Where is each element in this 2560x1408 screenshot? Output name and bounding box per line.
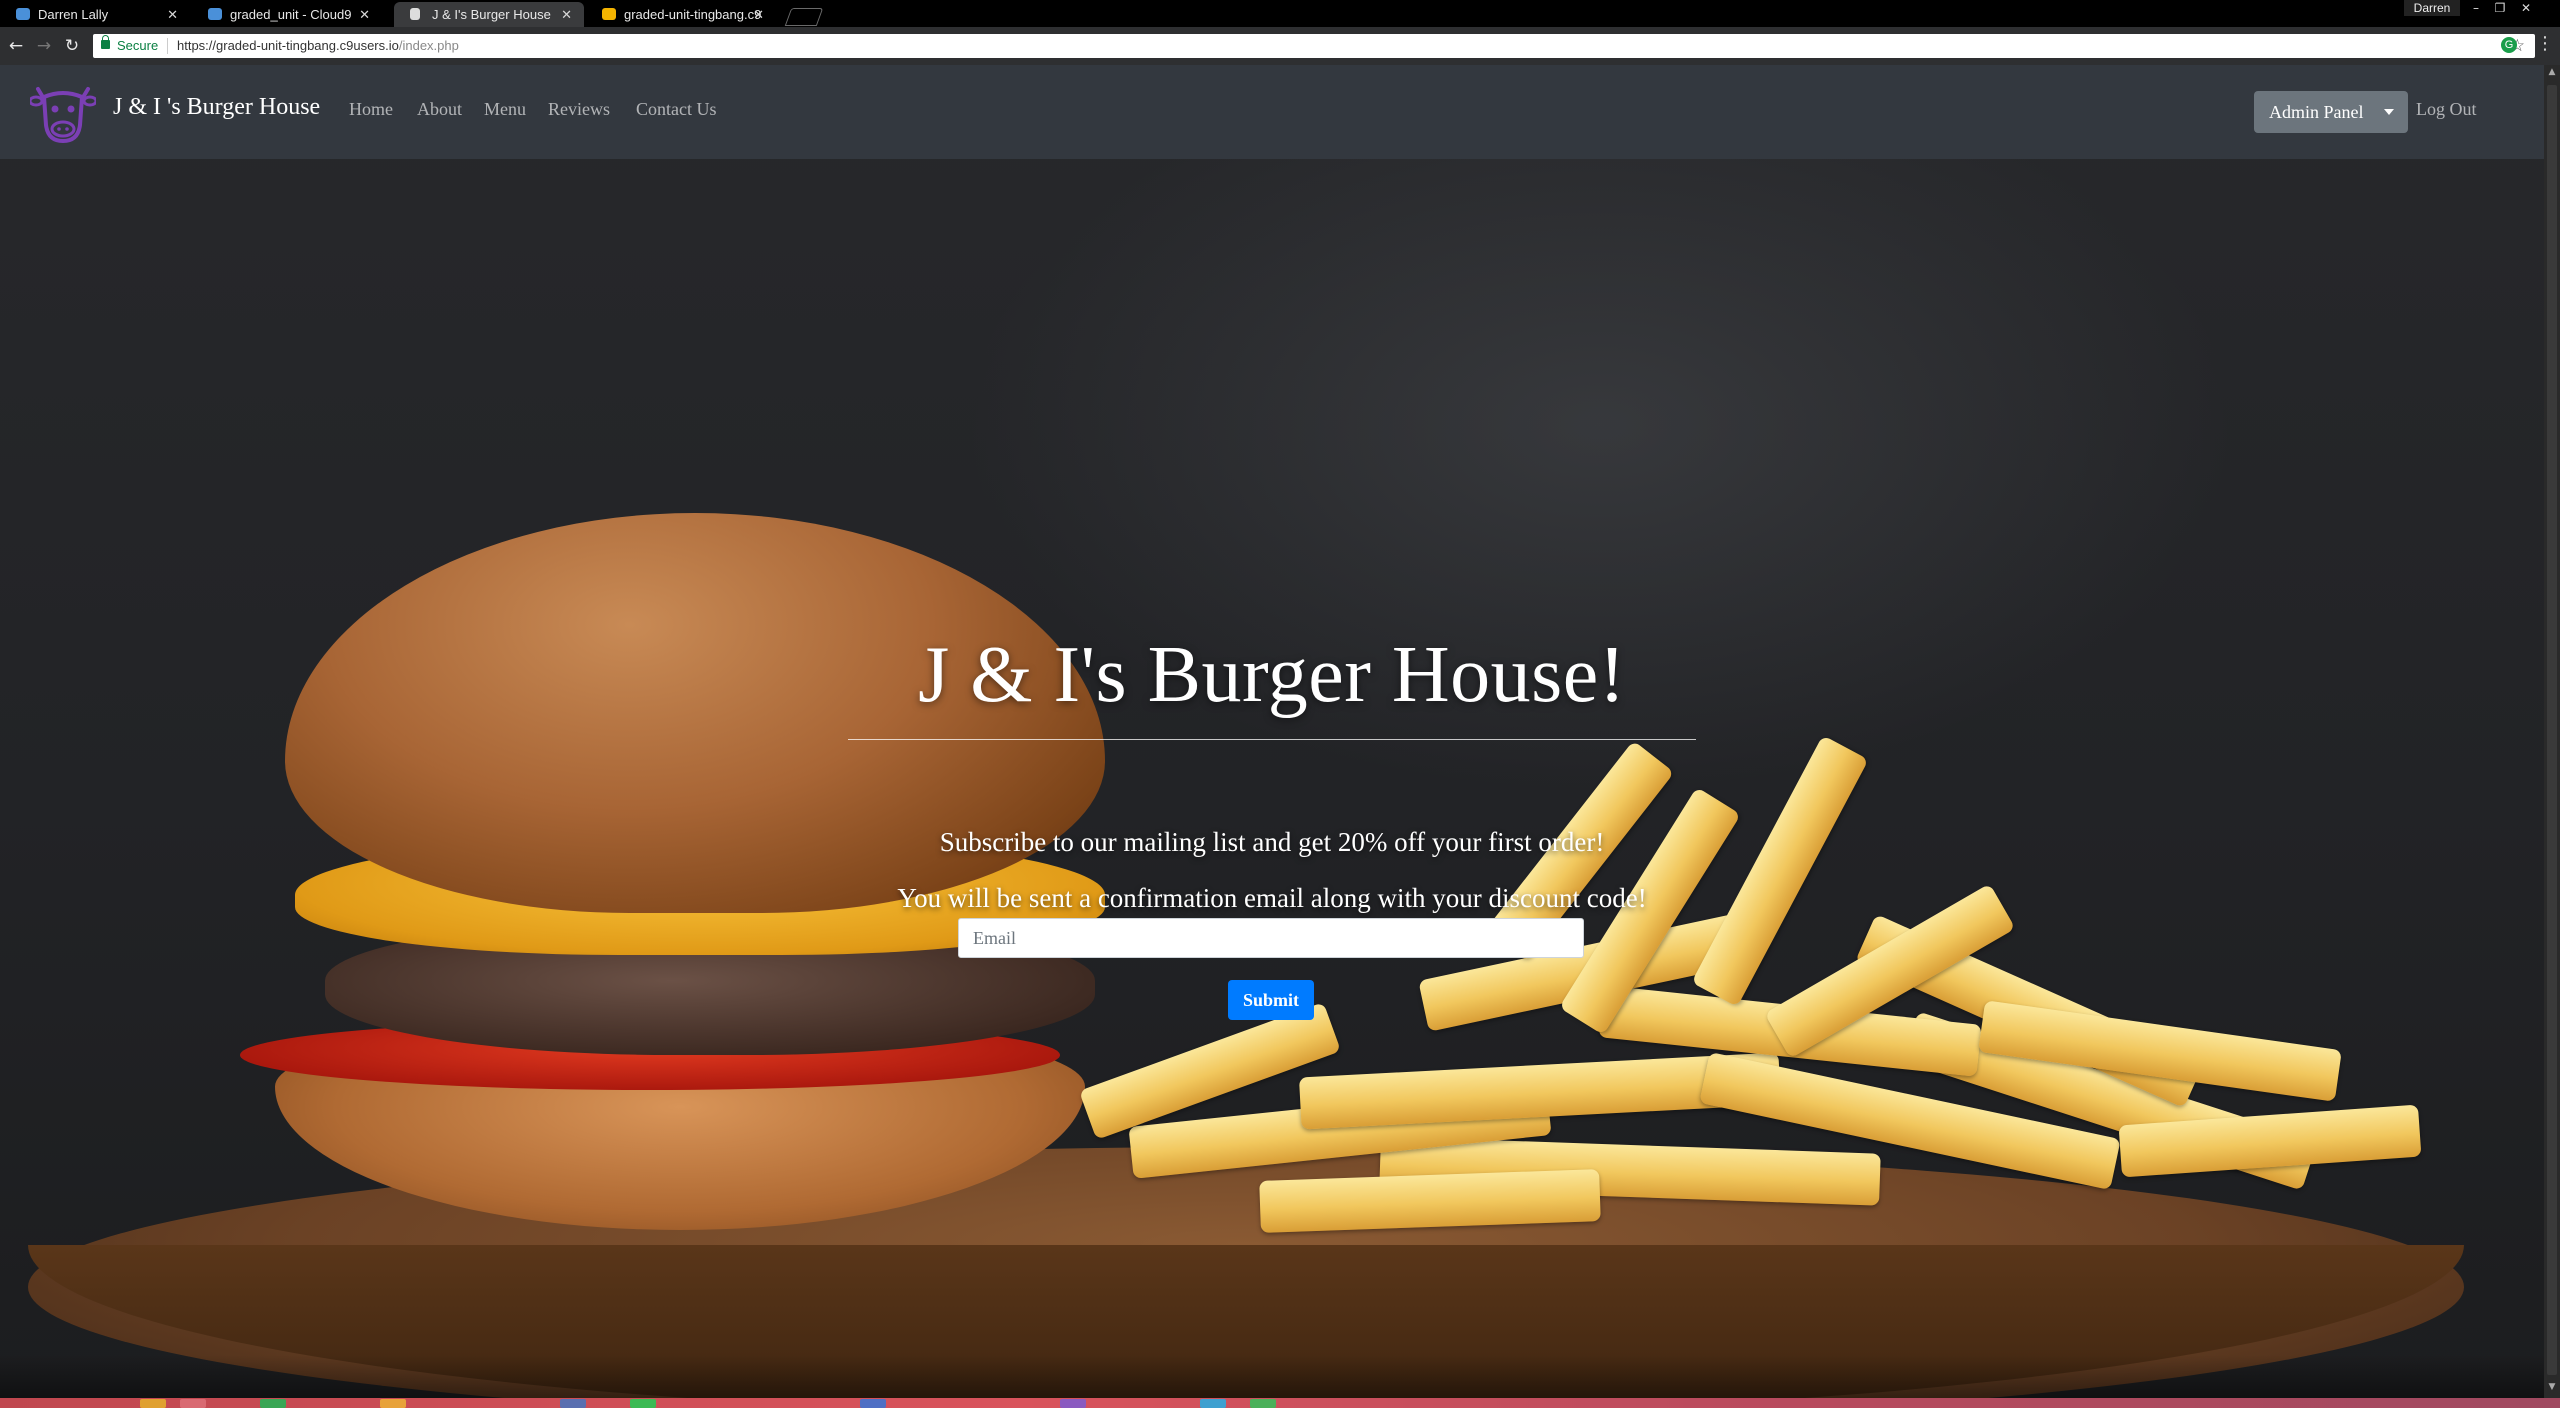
hero-divider <box>848 739 1696 740</box>
nav-link-contact[interactable]: Contact Us <box>636 99 717 120</box>
close-tab-icon[interactable]: ✕ <box>167 2 178 27</box>
table-shadow <box>0 1355 2544 1398</box>
hero-title: J & I's Burger House! <box>918 631 1626 719</box>
browser-tab-active[interactable]: J & I's Burger House ✕ <box>394 2 584 27</box>
reload-icon[interactable]: ↻ <box>62 35 82 57</box>
security-label: Secure <box>117 38 159 53</box>
french-fry <box>1691 735 1869 1007</box>
restore-icon[interactable]: ❐ <box>2490 0 2510 16</box>
nav-link-about[interactable]: About <box>417 99 462 120</box>
close-tab-icon[interactable]: ✕ <box>561 2 572 27</box>
document-favicon-icon <box>410 8 420 20</box>
hero-subtitle-confirmation: You will be sent a confirmation email al… <box>897 883 1647 913</box>
taskbar-app-icon[interactable] <box>560 1399 586 1408</box>
extension-icon[interactable]: G <box>2501 37 2517 53</box>
url-text[interactable]: https://graded-unit-tingbang.c9users.io/… <box>177 34 459 58</box>
caret-down-icon <box>2384 109 2394 115</box>
scroll-down-arrow-icon[interactable]: ▼ <box>2544 1382 2560 1396</box>
cow-logo-icon[interactable] <box>30 79 96 145</box>
cloud9-favicon-icon <box>208 8 222 20</box>
browser-tab[interactable]: graded-unit-tingbang.c9 ✕ <box>586 2 776 27</box>
taskbar-app-icon[interactable] <box>1060 1399 1086 1408</box>
minimize-icon[interactable]: – <box>2466 0 2486 16</box>
browser-tab[interactable]: graded_unit - Cloud9 ✕ <box>192 2 382 27</box>
taskbar-app-icon[interactable] <box>260 1399 286 1408</box>
close-window-icon[interactable]: ✕ <box>2516 0 2536 16</box>
url-path: /index.php <box>398 38 459 53</box>
new-tab-button[interactable] <box>784 8 824 26</box>
taskbar-app-icon[interactable] <box>180 1399 206 1408</box>
browser-menu-icon[interactable]: ⋮ <box>2536 33 2554 54</box>
browser-tab[interactable]: Darren Lally ✕ <box>0 2 190 27</box>
admin-panel-label: Admin Panel <box>2269 102 2364 122</box>
os-taskbar <box>0 1398 2560 1408</box>
taskbar-app-icon[interactable] <box>860 1399 886 1408</box>
site-navbar: J & I 's Burger House Home About Menu Re… <box>0 65 2544 159</box>
tab-title: J & I's Burger House <box>432 7 551 22</box>
forward-arrow-icon[interactable]: → <box>34 35 54 57</box>
admin-panel-dropdown-button[interactable]: Admin Panel <box>2254 91 2408 133</box>
nav-link-reviews[interactable]: Reviews <box>548 99 610 120</box>
lock-icon <box>101 35 110 49</box>
divider <box>167 38 168 54</box>
email-input[interactable] <box>958 918 1584 958</box>
close-tab-icon[interactable]: ✕ <box>753 2 764 27</box>
hero-subtitle-offer: Subscribe to our mailing list and get 20… <box>939 827 1605 857</box>
address-bar[interactable]: Secure https://graded-unit-tingbang.c9us… <box>93 34 2535 58</box>
close-tab-icon[interactable]: ✕ <box>359 2 370 27</box>
nav-link-home[interactable]: Home <box>349 99 393 120</box>
submit-button[interactable]: Submit <box>1228 980 1314 1020</box>
page-scrollbar[interactable]: ▲ ▼ <box>2544 65 2560 1398</box>
tab-title: Darren Lally <box>38 7 109 22</box>
profile-name[interactable]: Darren <box>2404 0 2460 16</box>
tab-title: graded-unit-tingbang.c9 <box>624 7 762 22</box>
taskbar-app-icon[interactable] <box>1250 1399 1276 1408</box>
taskbar-app-icon[interactable] <box>1200 1399 1226 1408</box>
cloud9-favicon-icon <box>16 8 30 20</box>
site-brand[interactable]: J & I 's Burger House <box>113 94 320 121</box>
taskbar-app-icon[interactable] <box>630 1399 656 1408</box>
logout-link[interactable]: Log Out <box>2416 99 2477 120</box>
browser-tab-strip: Darren Lally ✕ graded_unit - Cloud9 ✕ J … <box>0 0 2560 27</box>
taskbar-app-icon[interactable] <box>140 1399 166 1408</box>
site-favicon-icon <box>602 8 616 20</box>
taskbar-app-icon[interactable] <box>380 1399 406 1408</box>
page-viewport: J & I 's Burger House Home About Menu Re… <box>0 65 2544 1398</box>
nav-link-menu[interactable]: Menu <box>484 99 526 120</box>
back-arrow-icon[interactable]: ← <box>6 35 26 57</box>
tab-title: graded_unit - Cloud9 <box>230 7 352 22</box>
scrollbar-thumb[interactable] <box>2547 85 2557 1375</box>
url-host: https://graded-unit-tingbang.c9users.io <box>177 38 399 53</box>
scroll-up-arrow-icon[interactable]: ▲ <box>2544 67 2560 81</box>
